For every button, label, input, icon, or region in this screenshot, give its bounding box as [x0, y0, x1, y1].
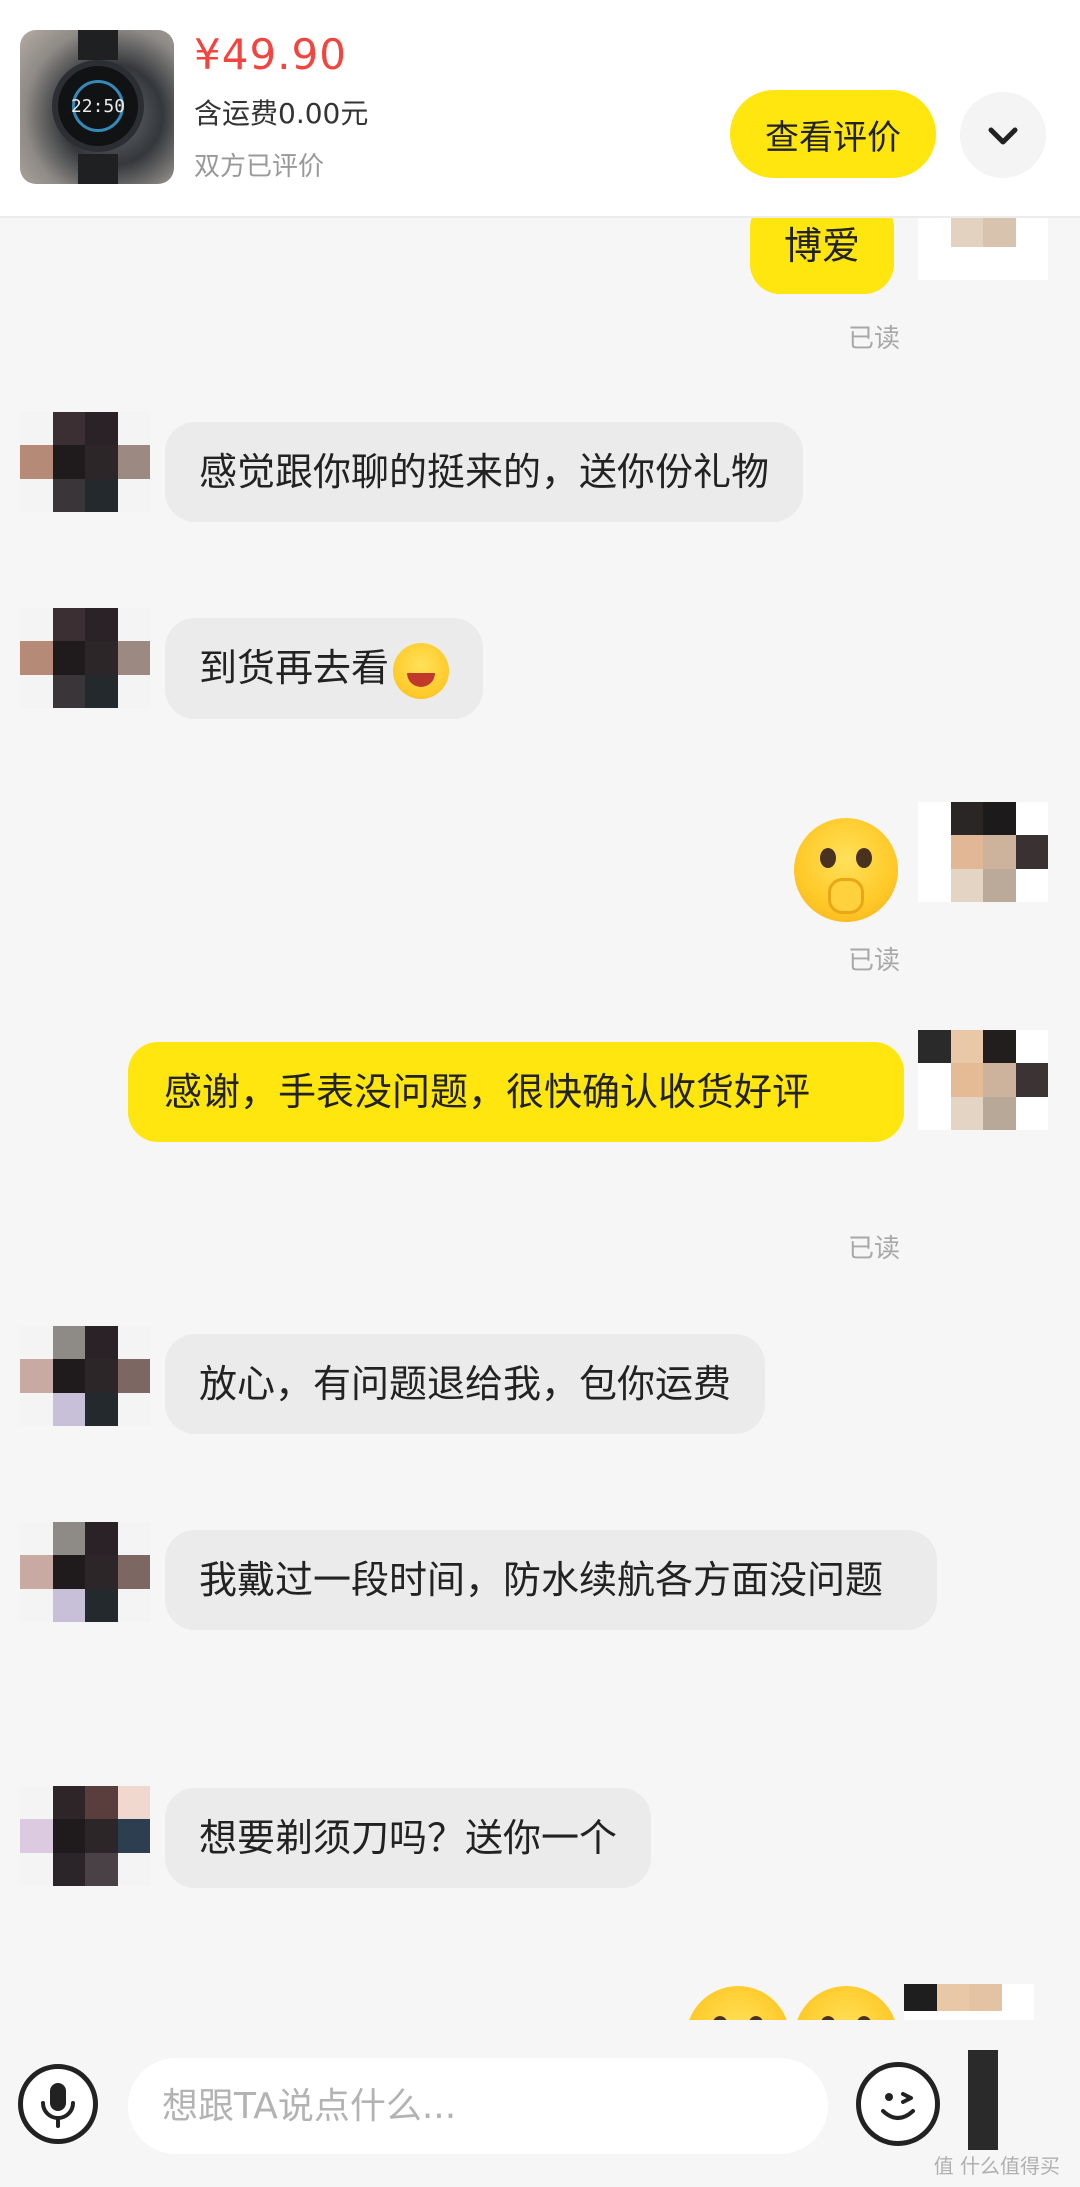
sender-avatar[interactable]: [20, 412, 150, 512]
incoming-bubble[interactable]: 想要剃须刀吗？送你一个: [165, 1788, 652, 1888]
avatar-fragment: [968, 2050, 998, 2150]
emoji-face-icon: [881, 2092, 915, 2120]
watch-strap: [78, 30, 118, 60]
read-receipt: 已读: [848, 1234, 901, 1264]
shipping-fee: 含运费0.00元: [194, 97, 369, 130]
order-header: 22:50 ¥49.90 含运费0.00元 双方已评价 查看评价: [0, 0, 1080, 218]
incoming-bubble[interactable]: 感觉跟你聊的挺来的，送你份礼物: [165, 422, 804, 522]
message-input[interactable]: [128, 2058, 828, 2154]
message-text: 到货再去看: [199, 646, 390, 690]
product-price: ¥49.90: [194, 30, 347, 79]
incoming-bubble[interactable]: 到货再去看: [165, 618, 484, 719]
incoming-bubble[interactable]: 我戴过一段时间，防水续航各方面没问题: [165, 1530, 937, 1630]
chat-thread[interactable]: 博爱 已读 感觉跟你聊的挺来的，送你份礼物 到货再去看 已读 感谢，手表没问题，…: [0, 0, 1080, 2187]
shy-face-emoji-icon[interactable]: [794, 818, 898, 922]
sender-avatar[interactable]: [20, 1786, 150, 1886]
voice-button[interactable]: [18, 2064, 98, 2144]
incoming-bubble[interactable]: 放心，有问题退给我，包你运费: [165, 1334, 766, 1434]
read-receipt: 已读: [848, 324, 901, 354]
expand-button[interactable]: [960, 92, 1046, 178]
my-avatar[interactable]: [918, 802, 1048, 902]
microphone-icon: [41, 2083, 75, 2128]
sender-avatar[interactable]: [20, 608, 150, 708]
sender-avatar[interactable]: [20, 1522, 150, 1622]
emoji-eye: [856, 848, 872, 868]
sender-avatar[interactable]: [20, 1326, 150, 1426]
view-review-button[interactable]: 查看评价: [730, 90, 936, 178]
review-status: 双方已评价: [194, 152, 325, 182]
my-avatar[interactable]: [918, 1030, 1048, 1130]
emoji-button[interactable]: [856, 2062, 940, 2146]
watch-time: 22:50: [70, 96, 126, 117]
product-thumbnail[interactable]: 22:50: [20, 30, 174, 184]
outgoing-bubble[interactable]: 感谢，手表没问题，很快确认收货好评: [128, 1042, 904, 1142]
read-receipt: 已读: [848, 946, 901, 976]
emoji-hands: [828, 878, 864, 914]
chevron-down-icon: [988, 127, 1018, 145]
watermark: 值 什么值得买: [933, 2154, 1060, 2178]
watch-face: 22:50: [52, 60, 144, 152]
emoji-eye: [820, 848, 836, 868]
watch-strap: [78, 154, 118, 184]
laughing-emoji-icon: [393, 642, 450, 699]
input-bar: [0, 2020, 1080, 2187]
